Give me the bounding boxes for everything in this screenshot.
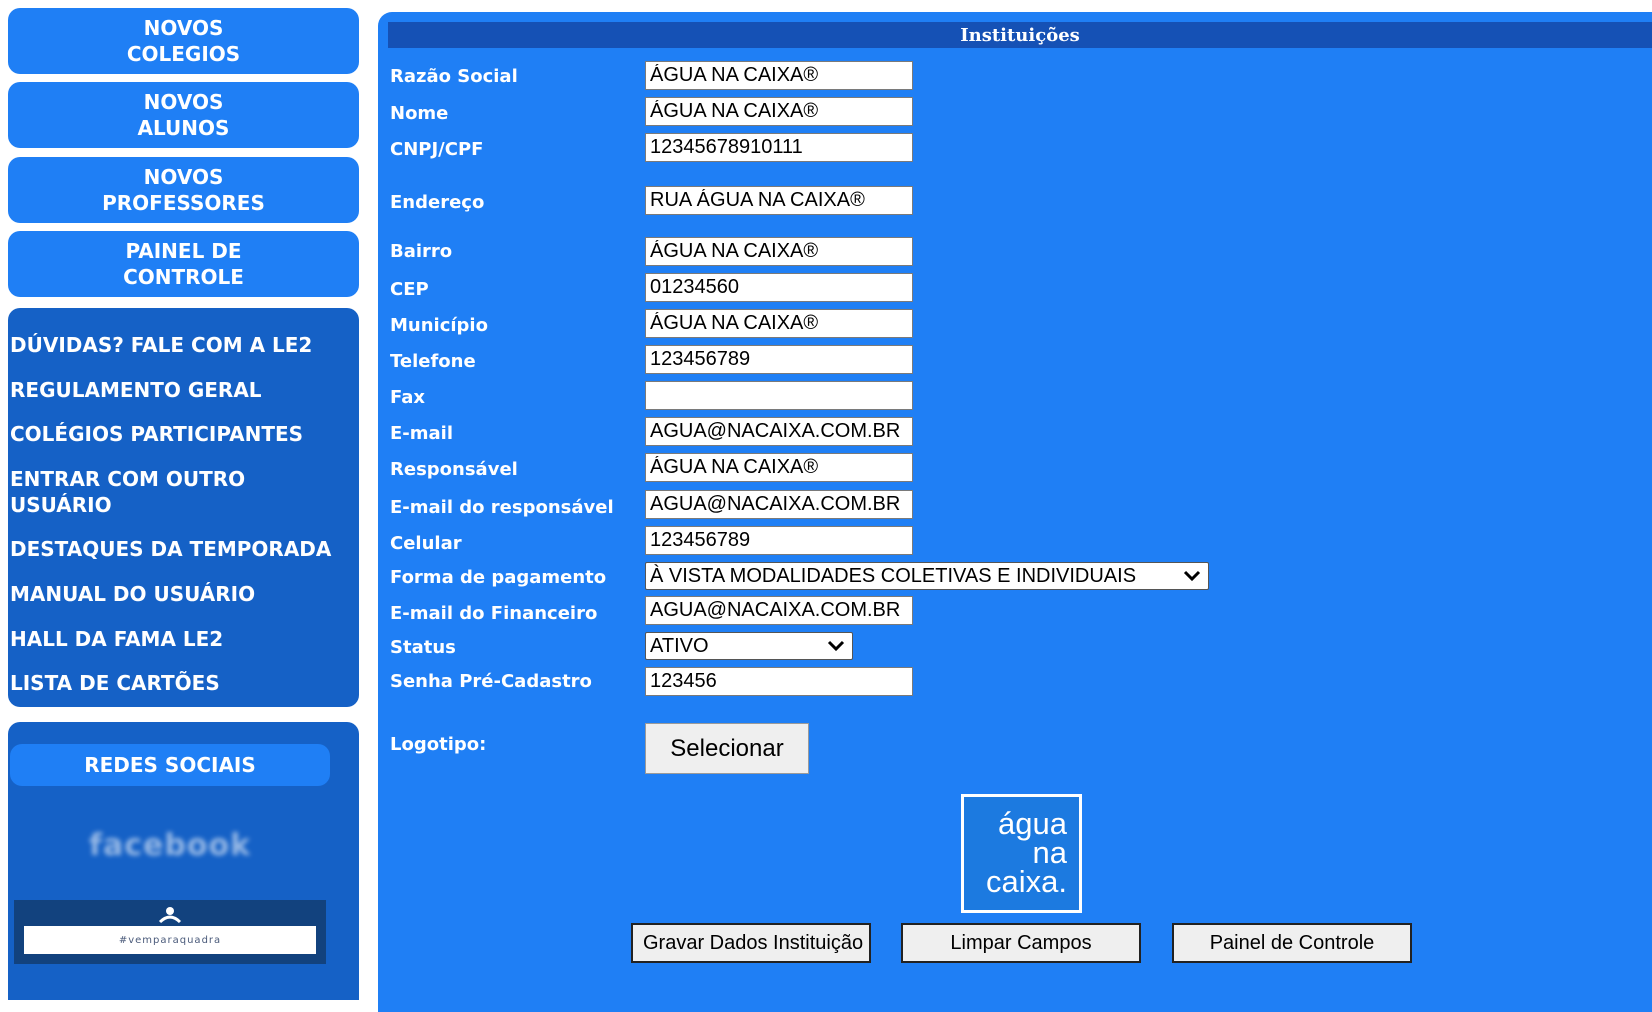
menu-item-manual[interactable]: MANUAL DO USUÁRIO bbox=[10, 581, 255, 607]
nome-input[interactable] bbox=[645, 97, 913, 126]
label-logotipo: Logotipo: bbox=[390, 734, 487, 755]
menu-item-lista-cartoes[interactable]: LISTA DE CARTÕES bbox=[10, 670, 220, 696]
button-line: PAINEL DE bbox=[125, 239, 242, 263]
menu-item-regulamento[interactable]: REGULAMENTO GERAL bbox=[10, 377, 262, 403]
label-celular: Celular bbox=[390, 533, 462, 554]
municipio-input[interactable] bbox=[645, 309, 913, 338]
label-telefone: Telefone bbox=[390, 351, 476, 372]
label-forma-pagamento: Forma de pagamento bbox=[390, 567, 607, 588]
logo-line: caixa. bbox=[986, 864, 1067, 899]
logo-image: água na caixa. bbox=[961, 794, 1082, 913]
menu-item-entrar-outro-usuario[interactable]: ENTRAR COM OUTRO USUÁRIO bbox=[10, 466, 245, 518]
responsavel-input[interactable] bbox=[645, 453, 913, 482]
razao-social-input[interactable] bbox=[645, 61, 913, 90]
panel-title: Instituições bbox=[388, 22, 1652, 48]
sidebar-menu: DÚVIDAS? FALE COM A LE2 REGULAMENTO GERA… bbox=[8, 308, 359, 707]
facebook-logo[interactable]: facebook bbox=[14, 828, 326, 863]
button-line: PROFESSORES bbox=[102, 191, 265, 215]
label-email-responsavel: E-mail do responsável bbox=[390, 497, 614, 518]
button-line: ALUNOS bbox=[137, 116, 230, 140]
social-title: REDES SOCIAIS bbox=[10, 744, 330, 786]
chevron-down-icon bbox=[1183, 570, 1201, 582]
save-button[interactable]: Gravar Dados Instituição bbox=[631, 923, 871, 963]
label-municipio: Município bbox=[390, 315, 488, 336]
menu-item-duvidas[interactable]: DÚVIDAS? FALE COM A LE2 bbox=[10, 332, 312, 358]
label-razao-social: Razão Social bbox=[390, 66, 518, 87]
banner-text: #vemparaquadra bbox=[24, 926, 316, 954]
forma-pagamento-value: À VISTA MODALIDADES COLETIVAS E INDIVIDU… bbox=[650, 564, 1137, 587]
label-cep: CEP bbox=[390, 279, 429, 300]
painel-de-controle-button[interactable]: PAINEL DE CONTROLE bbox=[8, 231, 359, 297]
telefone-input[interactable] bbox=[645, 345, 913, 374]
menu-item-hall-da-fama[interactable]: HALL DA FAMA LE2 bbox=[10, 626, 223, 652]
logo-line: na bbox=[1032, 835, 1067, 870]
social-section: REDES SOCIAIS facebook #vemparaquadra bbox=[8, 722, 359, 1000]
email-financeiro-input[interactable] bbox=[645, 596, 913, 625]
menu-item-line: ENTRAR COM OUTRO bbox=[10, 467, 246, 491]
button-line: NOVOS bbox=[143, 90, 224, 114]
button-line: NOVOS bbox=[143, 165, 224, 189]
forma-pagamento-select[interactable]: À VISTA MODALIDADES COLETIVAS E INDIVIDU… bbox=[645, 562, 1209, 590]
novos-alunos-button[interactable]: NOVOS ALUNOS bbox=[8, 82, 359, 148]
logo-line: água bbox=[998, 806, 1067, 841]
senha-precadastro-input[interactable] bbox=[645, 667, 913, 696]
menu-item-destaques[interactable]: DESTAQUES DA TEMPORADA bbox=[10, 536, 331, 562]
label-endereco: Endereço bbox=[390, 192, 485, 213]
label-fax: Fax bbox=[390, 387, 425, 408]
vemparaquadra-banner[interactable]: #vemparaquadra bbox=[14, 900, 326, 964]
label-email-financeiro: E-mail do Financeiro bbox=[390, 603, 598, 624]
novos-professores-button[interactable]: NOVOS PROFESSORES bbox=[8, 157, 359, 223]
fax-input[interactable] bbox=[645, 381, 913, 410]
label-cnpj: CNPJ/CPF bbox=[390, 139, 484, 160]
label-nome: Nome bbox=[390, 103, 449, 124]
button-line: COLEGIOS bbox=[126, 42, 241, 66]
label-responsavel: Responsável bbox=[390, 459, 518, 480]
chevron-down-icon bbox=[827, 640, 845, 652]
endereco-input[interactable] bbox=[645, 186, 913, 215]
novos-colegios-button[interactable]: NOVOS COLEGIOS bbox=[8, 8, 359, 74]
button-line: NOVOS bbox=[143, 16, 224, 40]
label-bairro: Bairro bbox=[390, 241, 453, 262]
select-logo-button[interactable]: Selecionar bbox=[645, 723, 809, 774]
bairro-input[interactable] bbox=[645, 237, 913, 266]
button-line: CONTROLE bbox=[123, 265, 244, 289]
status-select[interactable]: ATIVO bbox=[645, 632, 853, 660]
celular-input[interactable] bbox=[645, 526, 913, 555]
cnpj-input[interactable] bbox=[645, 133, 913, 162]
label-email: E-mail bbox=[390, 423, 454, 444]
status-value: ATIVO bbox=[650, 634, 709, 657]
banner-icon bbox=[158, 907, 182, 924]
menu-item-line: USUÁRIO bbox=[10, 493, 112, 517]
clear-button[interactable]: Limpar Campos bbox=[901, 923, 1141, 963]
email-input[interactable] bbox=[645, 417, 913, 446]
menu-item-colegios-participantes[interactable]: COLÉGIOS PARTICIPANTES bbox=[10, 421, 303, 447]
cep-input[interactable] bbox=[645, 273, 913, 302]
control-panel-button[interactable]: Painel de Controle bbox=[1172, 923, 1412, 963]
label-senha: Senha Pré-Cadastro bbox=[390, 671, 592, 692]
label-status: Status bbox=[390, 637, 456, 658]
email-responsavel-input[interactable] bbox=[645, 490, 913, 519]
